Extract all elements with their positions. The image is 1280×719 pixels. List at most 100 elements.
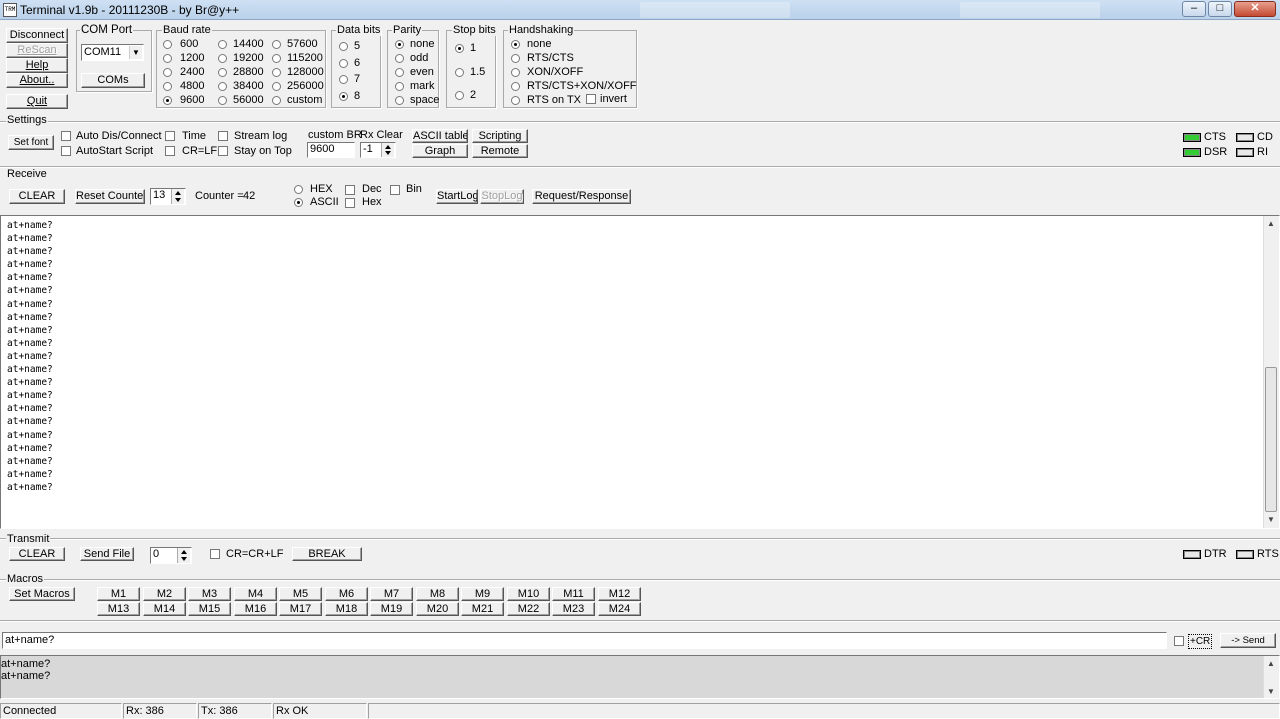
baud-14400-radio[interactable] bbox=[218, 40, 227, 49]
sent-scroll-down-icon[interactable]: ▼ bbox=[1263, 687, 1279, 696]
data-bits-5-radio[interactable] bbox=[339, 42, 348, 51]
remote-button[interactable]: Remote bbox=[472, 144, 528, 158]
macro-m20-button[interactable]: M20 bbox=[416, 602, 459, 616]
handshake-rts-on-tx-radio[interactable] bbox=[511, 96, 520, 105]
handshake-rts-cts-xon-xoff-radio[interactable] bbox=[511, 82, 520, 91]
quit-button[interactable]: Quit bbox=[6, 94, 68, 109]
macro-m12-button[interactable]: M12 bbox=[598, 587, 641, 601]
invert-checkbox[interactable] bbox=[586, 94, 596, 104]
ascii-radio[interactable] bbox=[294, 198, 303, 207]
sent-scroll-up-icon[interactable]: ▲ bbox=[1263, 659, 1279, 668]
baud-56000-radio[interactable] bbox=[218, 96, 227, 105]
transmit-clear-button[interactable]: CLEAR bbox=[9, 547, 65, 561]
parity-none-radio[interactable] bbox=[395, 40, 404, 49]
plus-cr-checkbox[interactable] bbox=[1174, 636, 1184, 646]
cr-lf-checkbox[interactable] bbox=[165, 146, 175, 156]
macro-m21-button[interactable]: M21 bbox=[461, 602, 504, 616]
macro-m22-button[interactable]: M22 bbox=[507, 602, 550, 616]
parity-mark-radio[interactable] bbox=[395, 82, 404, 91]
macro-m3-button[interactable]: M3 bbox=[188, 587, 231, 601]
baud-115200-radio[interactable] bbox=[272, 54, 281, 63]
macro-m24-button[interactable]: M24 bbox=[598, 602, 641, 616]
ascii-table-button[interactable]: ASCII table bbox=[412, 129, 468, 143]
com-port-select[interactable]: COM11 ▼ bbox=[81, 44, 144, 61]
handshake-xon-xoff-radio[interactable] bbox=[511, 68, 520, 77]
close-icon[interactable]: ✕ bbox=[1234, 1, 1276, 17]
stop-bits-2-radio[interactable] bbox=[455, 91, 464, 100]
sent-history[interactable]: at+name? at+name? bbox=[0, 655, 1280, 699]
handshake-rts-cts-radio[interactable] bbox=[511, 54, 520, 63]
macro-m14-button[interactable]: M14 bbox=[143, 602, 186, 616]
macro-m17-button[interactable]: M17 bbox=[279, 602, 322, 616]
help-button[interactable]: Help bbox=[6, 58, 68, 73]
stream-log-checkbox[interactable] bbox=[218, 131, 228, 141]
baud-19200-radio[interactable] bbox=[218, 54, 227, 63]
rescan-button[interactable]: ReScan bbox=[6, 43, 68, 58]
break-button[interactable]: BREAK bbox=[292, 547, 362, 561]
rts-toggle[interactable] bbox=[1236, 550, 1254, 559]
macro-m6-button[interactable]: M6 bbox=[325, 587, 368, 601]
stoplog-button[interactable]: StopLog bbox=[480, 189, 524, 204]
data-bits-6-radio[interactable] bbox=[339, 58, 348, 68]
stay-on-top-checkbox[interactable] bbox=[218, 146, 228, 156]
custom-br-input[interactable]: 9600 bbox=[307, 142, 355, 158]
dec-checkbox[interactable] bbox=[345, 185, 355, 195]
time-checkbox[interactable] bbox=[165, 131, 175, 141]
stop-bits-1-radio[interactable] bbox=[455, 44, 464, 53]
macro-m5-button[interactable]: M5 bbox=[279, 587, 322, 601]
minimize-icon[interactable]: – bbox=[1182, 1, 1206, 17]
macro-m19-button[interactable]: M19 bbox=[370, 602, 413, 616]
baud-1200-radio[interactable] bbox=[163, 54, 172, 63]
bin-checkbox[interactable] bbox=[390, 185, 400, 195]
autostart-script-checkbox[interactable] bbox=[61, 146, 71, 156]
maximize-icon[interactable]: □ bbox=[1208, 1, 1232, 17]
parity-space-radio[interactable] bbox=[395, 96, 404, 105]
set-font-button[interactable]: Set font bbox=[8, 135, 54, 150]
macro-m16-button[interactable]: M16 bbox=[234, 602, 277, 616]
macro-m11-button[interactable]: M11 bbox=[552, 587, 595, 601]
transmit-counter-stepper[interactable] bbox=[177, 548, 190, 563]
hex-radio[interactable] bbox=[294, 185, 303, 194]
macro-m2-button[interactable]: M2 bbox=[143, 587, 186, 601]
macro-m18-button[interactable]: M18 bbox=[325, 602, 368, 616]
coms-button[interactable]: COMs bbox=[81, 73, 145, 88]
hex-display-checkbox[interactable] bbox=[345, 198, 355, 208]
cr-crlf-checkbox[interactable] bbox=[210, 549, 220, 559]
baud-600-radio[interactable] bbox=[163, 40, 172, 49]
rx-clear-stepper[interactable] bbox=[381, 143, 394, 157]
baud-57600-radio[interactable] bbox=[272, 40, 281, 49]
baud-9600-radio[interactable] bbox=[163, 96, 172, 105]
data-bits-8-radio[interactable] bbox=[339, 91, 348, 101]
auto-dis-connect-checkbox[interactable] bbox=[61, 131, 71, 141]
macro-m15-button[interactable]: M15 bbox=[188, 602, 231, 616]
about-button[interactable]: About.. bbox=[6, 73, 68, 88]
scroll-thumb[interactable] bbox=[1265, 367, 1277, 512]
scroll-up-icon[interactable]: ▲ bbox=[1263, 219, 1279, 228]
reset-counter-button[interactable]: Reset Counter bbox=[75, 189, 145, 204]
macro-m23-button[interactable]: M23 bbox=[552, 602, 595, 616]
baud-custom-radio[interactable] bbox=[272, 96, 281, 105]
handshake-none-radio[interactable] bbox=[511, 40, 520, 49]
macro-m13-button[interactable]: M13 bbox=[97, 602, 140, 616]
baud-128000-radio[interactable] bbox=[272, 68, 281, 77]
graph-button[interactable]: Graph bbox=[412, 144, 468, 158]
parity-even-radio[interactable] bbox=[395, 68, 404, 77]
baud-4800-radio[interactable] bbox=[163, 82, 172, 91]
request-response-button[interactable]: Request/Response bbox=[532, 189, 631, 204]
send-button[interactable]: -> Send bbox=[1220, 633, 1276, 648]
baud-28800-radio[interactable] bbox=[218, 68, 227, 77]
disconnect-button[interactable]: Disconnect bbox=[6, 28, 68, 43]
parity-odd-radio[interactable] bbox=[395, 54, 404, 63]
dtr-toggle[interactable] bbox=[1183, 550, 1201, 559]
scroll-down-icon[interactable]: ▼ bbox=[1263, 515, 1279, 524]
baud-38400-radio[interactable] bbox=[218, 82, 227, 91]
macro-m4-button[interactable]: M4 bbox=[234, 587, 277, 601]
baud-256000-radio[interactable] bbox=[272, 82, 281, 91]
counter-step-stepper[interactable] bbox=[171, 189, 184, 204]
send-input[interactable]: at+name? bbox=[2, 632, 1167, 649]
macro-m10-button[interactable]: M10 bbox=[507, 587, 550, 601]
macro-m7-button[interactable]: M7 bbox=[370, 587, 413, 601]
chevron-down-icon[interactable]: ▼ bbox=[129, 46, 142, 59]
baud-2400-radio[interactable] bbox=[163, 68, 172, 77]
receive-terminal[interactable]: at+name? at+name? at+name? at+name? at+name?… bbox=[0, 215, 1280, 529]
